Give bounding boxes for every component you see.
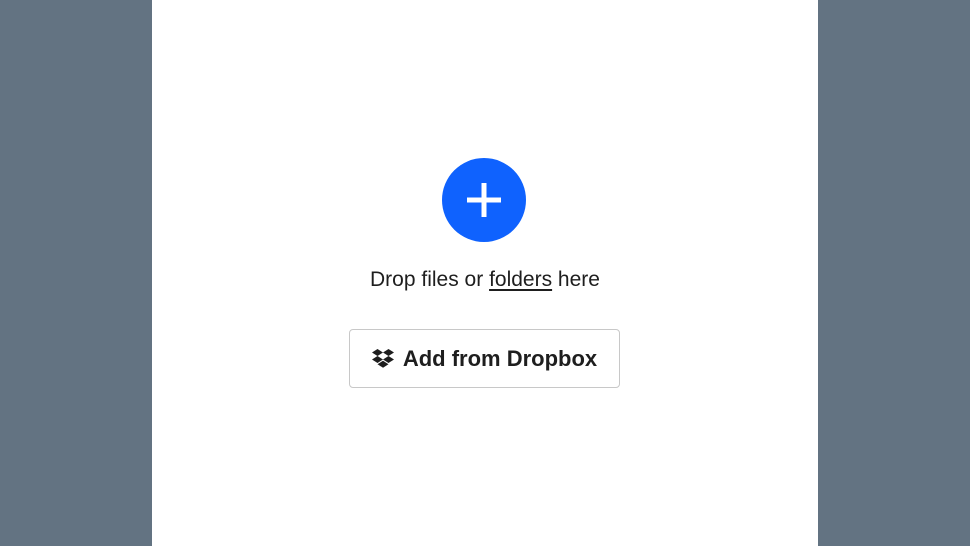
add-from-dropbox-button[interactable]: Add from Dropbox <box>349 329 620 388</box>
drop-instructions: Drop files or folders here <box>152 267 818 293</box>
drop-text-suffix: here <box>552 268 600 291</box>
upload-panel: Drop files or folders here Add from Drop… <box>152 0 818 546</box>
dropbox-button-label: Add from Dropbox <box>402 345 598 371</box>
plus-icon <box>464 180 504 220</box>
dropbox-icon <box>371 348 394 369</box>
add-files-button[interactable] <box>442 158 526 242</box>
drop-text-prefix: Drop files or <box>370 268 490 291</box>
folders-link[interactable]: folders <box>489 268 552 291</box>
